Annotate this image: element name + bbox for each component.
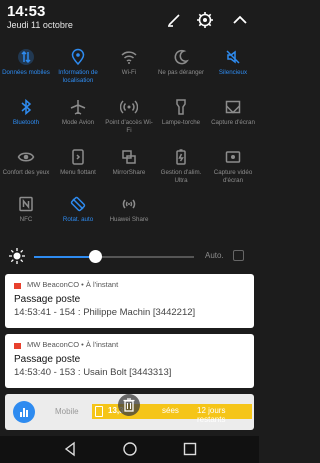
toggle-label: Information de localisation [58,69,98,84]
flashlight-icon [176,99,186,115]
bluetooth-icon [21,98,32,116]
toggle-ne-pas-deranger[interactable]: Ne pas déranger [155,48,207,96]
mirror-icon [122,150,136,164]
app-flag-icon [14,283,21,289]
status-header: 14:53 Jeudi 11 octobre [0,0,259,42]
notification-text: 14:53:41 - 154 : Philippe Machin [344221… [14,307,196,318]
toggle-label: Gestion d'alim. Ultra [160,169,202,184]
brightness-icon [9,248,25,264]
notification-card[interactable]: MW BeaconCO • À l'instant Passage poste … [5,274,254,328]
edit-icon[interactable] [165,11,183,29]
mobile-label: Mobile [55,407,79,416]
nfc-icon [19,196,33,212]
toggle-wifi[interactable]: Wi-Fi [103,48,155,96]
mute-icon [226,50,240,64]
toggle-menu-flottant[interactable]: Menu flottant [52,148,104,196]
toggle-mirrorshare[interactable]: MirrorShare [103,148,155,196]
floating-menu-icon [72,149,84,165]
toggle-donnees-mobiles[interactable]: Données mobiles [0,48,52,96]
battery-saver-icon [176,149,186,165]
toggle-label: Confort des yeux [2,169,50,176]
wifi-icon [121,51,137,64]
notification-title: Passage poste [14,294,81,305]
clock-time: 14:53 [7,3,46,20]
arrows-icon [18,49,34,65]
video-capture-icon [225,151,241,163]
toggle-label: Lampe-torche [161,119,201,126]
notification-title: Passage poste [14,354,81,365]
toggle-label: Mode Avion [61,119,95,126]
location-icon [71,48,85,66]
toggle-localisation[interactable]: Information de localisation [52,48,104,96]
data-usage-bar: 13,3 sées 12 jours restants [92,404,252,424]
home-icon[interactable] [122,441,138,457]
rotate-icon [70,196,86,212]
share-icon [122,199,136,209]
toggle-gestion-alim[interactable]: Gestion d'alim. Ultra [155,148,207,196]
eye-icon [17,152,35,162]
notification-card[interactable]: MW BeaconCO • À l'instant Passage poste … [5,334,254,388]
hotspot-icon [120,100,138,114]
toggle-rotation-auto[interactable]: Rotat. auto [52,195,104,243]
notification-text: 14:53:40 - 153 : Usain Bolt [3443313] [14,367,172,378]
toggle-label: Ne pas déranger [157,69,205,76]
auto-brightness-checkbox[interactable] [233,250,244,261]
data-usage-app-icon [13,401,35,423]
toggle-label: NFC [19,216,33,223]
data-usage-middle-text: sées [162,406,179,415]
date-label: Jeudi 11 octobre [7,20,73,30]
navigation-bar [0,436,259,463]
toggle-capture-video[interactable]: Capture vidéo d'écran [207,148,259,196]
toggle-label: Point d'accès Wi-Fi [105,119,153,134]
days-remaining: 12 jours restants [197,406,226,424]
back-icon[interactable] [62,441,78,457]
brightness-slider-knob[interactable] [88,250,102,263]
toggle-capture-ecran[interactable]: Capture d'écran [207,98,259,146]
toggle-silencieux[interactable]: Silencieux [207,48,259,96]
toggle-label: Bluetooth [12,119,40,126]
toggle-label: Capture vidéo d'écran [213,169,253,184]
brightness-fill [34,256,95,258]
collapse-icon[interactable] [231,11,249,29]
clear-all-button[interactable] [118,394,140,416]
toggle-point-acces[interactable]: Point d'accès Wi-Fi [103,98,155,146]
app-flag-icon [14,343,21,349]
toggle-label: MirrorShare [112,169,146,176]
toggle-label: Silencieux [218,69,248,76]
notification-app: MW BeaconCO • À l'instant [27,340,119,349]
moon-icon [174,49,189,65]
toggle-label: Capture d'écran [211,119,255,126]
settings-icon[interactable] [196,11,214,29]
trash-icon [123,398,135,412]
auto-brightness-label: Auto. [205,251,224,260]
screenshot-icon [225,100,241,114]
notification-app: MW BeaconCO • À l'instant [27,280,119,289]
toggle-lampe-torche[interactable]: Lampe-torche [155,98,207,146]
toggle-confort-yeux[interactable]: Confort des yeux [0,148,52,196]
battery-icon [95,406,103,417]
toggle-label: Données mobiles [2,69,50,76]
toggle-label: Wi-Fi [121,69,137,76]
toggle-mode-avion[interactable]: Mode Avion [52,98,104,146]
recents-icon[interactable] [182,441,198,457]
brightness-row: Auto. [0,245,259,267]
toggle-label: Rotat. auto [62,216,94,223]
toggle-nfc[interactable]: NFC [0,195,52,243]
toggle-bluetooth[interactable]: Bluetooth [0,98,52,146]
toggle-label: Menu flottant [60,169,96,176]
toggle-label: Huawei Share [109,216,149,223]
toggle-huawei-share[interactable]: Huawei Share [103,195,155,243]
airplane-icon [70,100,86,115]
